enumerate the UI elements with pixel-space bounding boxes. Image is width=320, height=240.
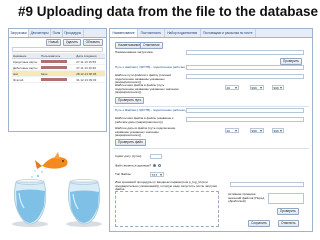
fish-jumping-illustration [12, 152, 102, 227]
active-check-field[interactable] [268, 193, 304, 204]
row-user [39, 76, 76, 83]
n3-value: 999 [273, 85, 279, 90]
active-desc-label: Активная проверка значений файлов (Перед… [228, 192, 265, 204]
loaders-toolbar: Новый Удалить Обновить [9, 38, 106, 47]
subtab-cancel[interactable]: Отменение [140, 42, 163, 50]
date-min-field[interactable] [150, 154, 162, 159]
check-active-button[interactable]: Проверить [277, 208, 299, 216]
file-path2-label: Путь к Файлам [ \\[IP/TB] - подключение … [115, 108, 194, 112]
divider [113, 148, 309, 149]
loaders-window: Загрузчики Десчипторы Поля Процедуры Нов… [8, 28, 107, 132]
settings-tabbar: Наименование Постоянность Набор подключе… [110, 29, 312, 38]
path-label: Путь к файлам [ \\[IP/TB] - подключение … [115, 65, 194, 69]
left-fishbowl [14, 179, 47, 225]
tmpl-date-label: Шаблон даты в файле (путь подключение на… [115, 126, 176, 138]
path-field[interactable] [186, 65, 304, 70]
right-fishbowl [68, 179, 101, 225]
redacted-user [40, 66, 67, 70]
loaders-tabbar: Загрузчики Десчипторы Поля Процедуры [9, 29, 106, 38]
file-path2-field[interactable] [186, 108, 304, 113]
delete-button[interactable]: Удалить [62, 38, 82, 47]
tab-suppliers-mailing[interactable]: Поставщики и рассылка по почте [201, 29, 256, 37]
template-name2-label: Шаблон имя файла в файле (название к раб… [115, 116, 174, 124]
tab-loaders[interactable]: Загрузчики [9, 29, 30, 37]
cancel-button[interactable]: Отменить [278, 220, 299, 228]
redacted-user [40, 60, 67, 64]
redacted-user [40, 78, 67, 82]
tab-fields[interactable]: Поля [51, 29, 63, 37]
archive-label: Файл является архивом? [115, 163, 162, 168]
template-name2-field[interactable] [186, 117, 304, 122]
date-n2-value: 999 [251, 128, 257, 133]
row-name: Эталой [12, 76, 40, 83]
page-title: #9 Uploading data from the file to the d… [18, 4, 319, 19]
archive-label-text: Файл является архивом? [115, 163, 152, 168]
tab-name[interactable]: Наименование [110, 29, 139, 37]
subtab-name[interactable]: Наименование [115, 42, 144, 50]
date-n1-value: 20 [226, 128, 230, 133]
row-date: 31.12.13 09:33 [75, 76, 105, 83]
loader-settings-window: Наименование Постоянность Набор подключе… [109, 28, 313, 232]
goldfish [35, 152, 68, 169]
n1-value: 20 [226, 85, 230, 90]
file-type-label: Тип Файлы [115, 172, 131, 176]
loader-name-label: Наименование загрузчика [115, 50, 153, 54]
procedure-field[interactable] [230, 182, 304, 187]
check-file-button[interactable]: Проверить файл [115, 139, 146, 147]
template-name-label: Шаблон имя файла в файле (путь подключен… [115, 83, 179, 95]
refresh-button[interactable]: Обновить [82, 38, 103, 47]
n2-value: 999 [251, 85, 257, 90]
tab-procedures[interactable]: Процедуры [63, 29, 84, 37]
archive-radio-no[interactable] [158, 164, 162, 167]
water-splash [31, 167, 47, 178]
loaders-table: Название Пользователь Дата создания Кред… [12, 53, 105, 83]
search-input[interactable]: ... [12, 47, 103, 52]
check-path-button[interactable]: Проверить путь [115, 97, 145, 105]
divider [113, 106, 309, 107]
date-min-label: Сдвиг дату (сутки) [115, 154, 142, 158]
tab-constancy[interactable]: Постоянность [138, 29, 165, 37]
sql-preview-area[interactable] [115, 191, 219, 227]
path-template-field[interactable] [186, 74, 304, 79]
new-button[interactable]: Новый [45, 38, 62, 47]
tab-connection-set[interactable]: Набор подключения [165, 29, 201, 37]
loader-name-field[interactable] [186, 50, 304, 55]
table-row[interactable]: Эталой 31.12.13 09:33 [12, 76, 105, 83]
date-n3-value: 999 [273, 128, 279, 133]
tab-descriptors[interactable]: Десчипторы [29, 29, 52, 37]
save-button[interactable]: Сохранить [248, 220, 270, 228]
search-placeholder: ... [14, 47, 17, 52]
file-type-value: TXT [151, 172, 158, 177]
archive-radio-yes[interactable] [152, 164, 156, 167]
